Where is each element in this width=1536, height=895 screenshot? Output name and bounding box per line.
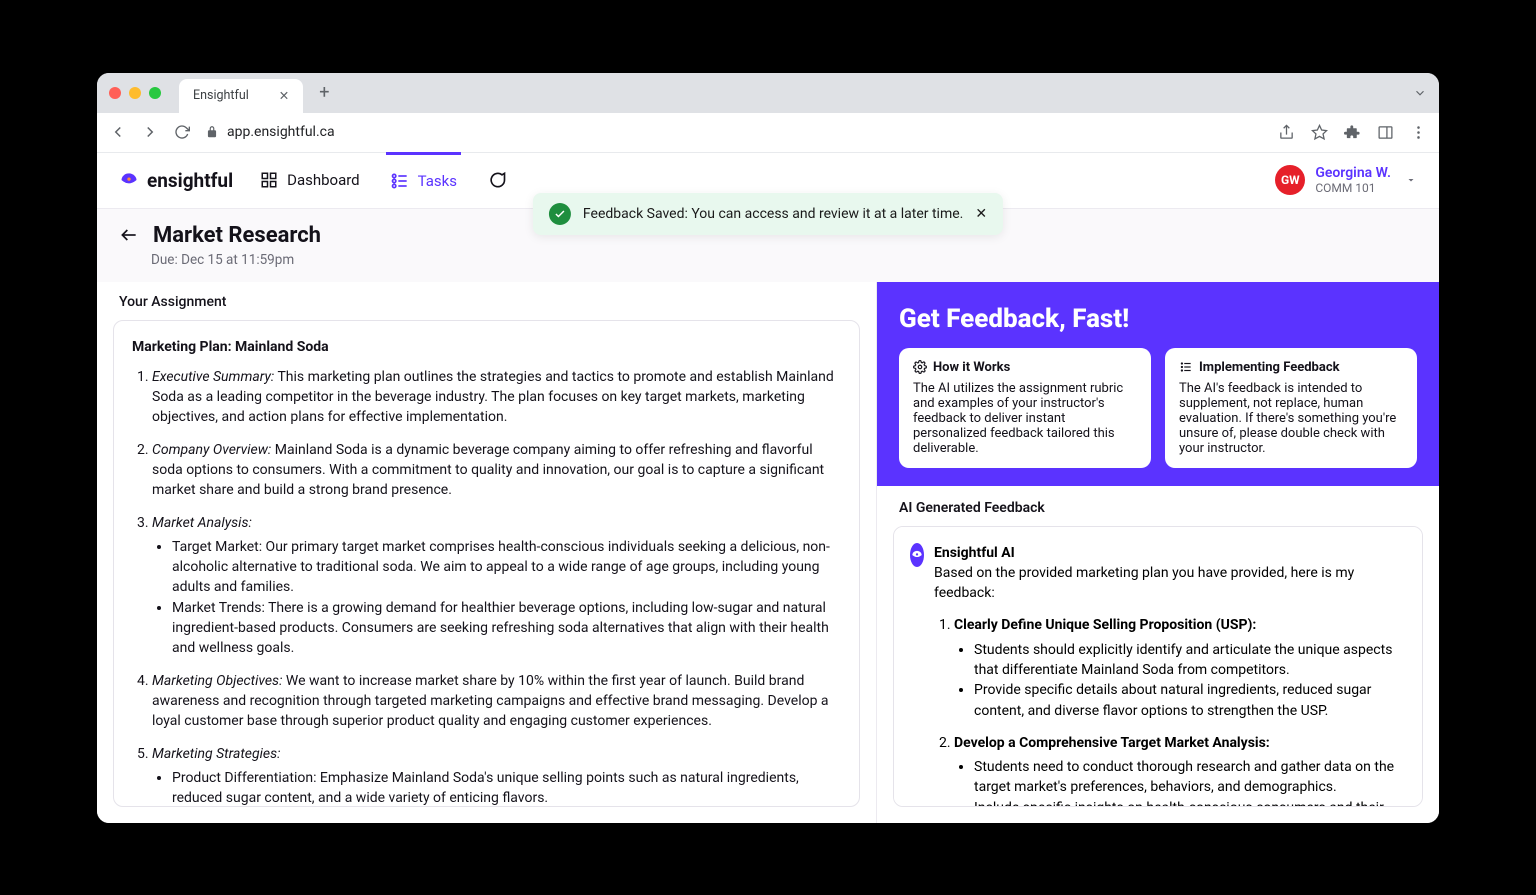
address-bar[interactable]: app.ensightful.ca [205,124,1264,140]
ai-bullet: Students should explicitly identify and … [974,640,1406,681]
ai-feedback-content[interactable]: Ensightful AI Based on the provided mark… [893,526,1423,807]
nav-tasks[interactable]: Tasks [386,152,461,208]
card-body: The AI utilizes the assignment rubric an… [913,381,1137,456]
tasks-icon [390,171,410,191]
feedback-panel: Get Feedback, Fast! How it Works The AI … [877,282,1439,823]
feedback-hero: Get Feedback, Fast! How it Works The AI … [877,282,1439,486]
app-header: ensightful Dashboard Tasks Feedback Save… [97,153,1439,209]
nav-tasks-label: Tasks [418,172,457,190]
avatar: GW [1275,165,1305,195]
nav-chat[interactable] [483,152,511,208]
dashboard-icon [259,170,279,190]
ai-bullet: Include specific insights on health-cons… [974,798,1406,807]
ai-bullet: Provide specific details about natural i… [974,680,1406,721]
due-text: Due: Dec 15 at 11:59pm [151,252,1417,268]
toast-close-icon[interactable]: ✕ [975,206,987,222]
card-title: How it Works [933,360,1010,375]
your-assignment-label: Your Assignment [97,282,876,320]
user-name: Georgina W. [1315,165,1391,181]
kebab-menu-icon[interactable] [1410,124,1427,141]
doc-bullet: Market Trends: There is a growing demand… [172,598,841,659]
hero-title: Get Feedback, Fast! [899,304,1417,334]
gear-icon [913,360,927,374]
check-circle-icon [549,203,571,225]
tabstrip-chevron-icon[interactable] [1413,86,1427,100]
browser-window: Ensightful ✕ + app.ensightful.ca [97,73,1439,823]
toast-feedback-saved: Feedback Saved: You can access and revie… [533,193,1003,235]
tab-title: Ensightful [193,88,249,103]
doc-title: Marketing Plan: Mainland Soda [132,337,841,357]
doc-section: Company Overview: Mainland Soda is a dyn… [152,440,841,501]
nav-dashboard-label: Dashboard [287,171,360,189]
brand-mark-icon [119,170,139,190]
assignment-content[interactable]: Marketing Plan: Mainland Soda Executive … [113,320,860,807]
sidepanel-icon[interactable] [1377,124,1394,141]
chat-icon [487,170,507,190]
user-menu[interactable]: GW Georgina W. COMM 101 [1275,165,1417,195]
implementing-feedback-card: Implementing Feedback The AI's feedback … [1165,348,1417,468]
main-split: Your Assignment Marketing Plan: Mainland… [97,282,1439,823]
brand-logo[interactable]: ensightful [119,169,233,192]
ai-avatar-icon [910,543,924,567]
lock-icon [205,125,219,139]
ai-name: Ensightful AI [934,543,1406,563]
ai-item: Develop a Comprehensive Target Market An… [954,733,1406,807]
how-it-works-card: How it Works The AI utilizes the assignm… [899,348,1151,468]
doc-section: Marketing Objectives: We want to increas… [152,671,841,732]
chevron-down-icon [1405,174,1417,186]
maximize-window-button[interactable] [149,87,161,99]
brand-text: ensightful [147,169,233,192]
doc-section: Executive Summary: This marketing plan o… [152,367,841,428]
minimize-window-button[interactable] [129,87,141,99]
ai-bullet: Students need to conduct thorough resear… [974,757,1406,798]
card-body: The AI's feedback is intended to supplem… [1179,381,1403,456]
traffic-lights [109,87,161,99]
nav-dashboard[interactable]: Dashboard [255,152,364,208]
back-button[interactable] [119,225,139,245]
list-icon [1179,360,1193,374]
new-tab-button[interactable]: + [319,82,329,103]
close-window-button[interactable] [109,87,121,99]
reload-icon[interactable] [173,124,191,140]
user-course: COMM 101 [1315,181,1391,195]
card-title: Implementing Feedback [1199,360,1340,375]
back-icon[interactable] [109,123,127,141]
star-icon[interactable] [1311,124,1328,141]
chrome-tabstrip: Ensightful ✕ + [97,73,1439,113]
browser-tab[interactable]: Ensightful ✕ [179,79,303,113]
share-icon[interactable] [1278,124,1295,141]
ai-item: Clearly Define Unique Selling Propositio… [954,615,1406,720]
doc-bullet: Product Differentiation: Emphasize Mainl… [172,768,841,807]
chrome-toolbar: app.ensightful.ca [97,113,1439,153]
ai-feedback-label: AI Generated Feedback [877,486,1439,526]
toast-text: Feedback Saved: You can access and revie… [583,206,963,222]
toolbar-icons [1278,124,1427,141]
page-title: Market Research [153,223,321,248]
doc-section: Marketing Strategies: Product Differenti… [152,744,841,807]
doc-section: Market Analysis: Target Market: Our prim… [152,513,841,659]
extensions-icon[interactable] [1344,124,1361,141]
close-tab-icon[interactable]: ✕ [279,88,289,104]
forward-icon[interactable] [141,123,159,141]
doc-bullet: Target Market: Our primary target market… [172,537,841,598]
url-text: app.ensightful.ca [227,124,335,140]
assignment-panel: Your Assignment Marketing Plan: Mainland… [97,282,877,823]
ai-intro: Based on the provided marketing plan you… [934,563,1406,604]
